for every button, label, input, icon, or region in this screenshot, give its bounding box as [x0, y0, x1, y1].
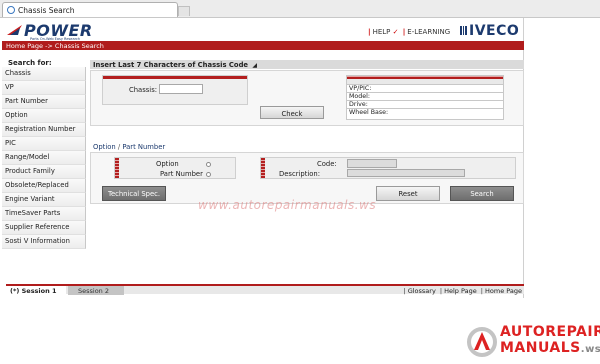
sidebar-item-timesaver-parts[interactable]: TimeSaver Parts [2, 207, 86, 221]
sidebar-item-engine-variant[interactable]: Engine Variant [2, 193, 86, 207]
header-links: | HELP ✓ | E-LEARNING [368, 28, 451, 36]
vin-field-model: Model: [347, 93, 503, 101]
vin-field-wheel-base: Wheel Base: [349, 109, 389, 116]
search-button[interactable]: Search [450, 186, 514, 201]
sidebar-item-supplier-reference[interactable]: Supplier Reference [2, 221, 86, 235]
flag-icon [460, 26, 467, 35]
footer-links: | Glossary | Help Page | Home Page [403, 287, 523, 295]
radio-part-number-label: Part Number [160, 170, 203, 178]
chassis-label: Chassis: [129, 86, 158, 94]
option-title: Option [93, 143, 116, 151]
check-button[interactable]: Check [260, 106, 324, 119]
code-label: Code: [317, 160, 337, 168]
watermark: www.autorepairmanuals.ws [198, 198, 377, 212]
main-panel: Insert Last 7 Characters of Chassis Code… [90, 60, 524, 204]
sidebar: Search for: Chassis VP Part Number Optio… [2, 56, 86, 249]
sidebar-item-obsolete-replaced[interactable]: Obsolete/Replaced [2, 179, 86, 193]
part-number-title: Part Number [122, 143, 166, 151]
help-icon: ✓ [392, 28, 399, 36]
brand-line-1: AUTOREPAIR [500, 324, 600, 340]
app-frame: POWER Parts On-Web Easy Research | HELP ✓… [2, 18, 524, 298]
session-tab-2[interactable]: Session 2 [68, 286, 124, 295]
radio-option-label: Option [156, 160, 179, 168]
sidebar-item-registration-number[interactable]: Registration Number [2, 123, 86, 137]
vin-field-drive: Drive: [347, 101, 503, 109]
chassis-section-header: Insert Last 7 Characters of Chassis Code… [90, 60, 524, 69]
reset-button[interactable]: Reset [376, 186, 440, 201]
new-tab-button[interactable] [178, 6, 190, 16]
glossary-link[interactable]: Glossary [408, 287, 436, 295]
sidebar-item-option[interactable]: Option [2, 109, 86, 123]
radio-option[interactable] [206, 162, 211, 167]
tab-title: Chassis Search [18, 6, 75, 15]
home-page-link[interactable]: Home Page [485, 287, 522, 295]
autorepair-manuals-logo: AUTOREPAIR MANUALS.ws [462, 322, 600, 362]
sidebar-item-vp[interactable]: VP [2, 81, 86, 95]
code-input[interactable] [347, 159, 397, 168]
elearning-link[interactable]: E-LEARNING [407, 28, 450, 36]
chassis-input[interactable] [159, 84, 203, 94]
option-section-header: Option / Part Number [93, 143, 166, 151]
iveco-logo: IVECO [460, 23, 519, 39]
swoosh-icon [7, 25, 22, 35]
ie-icon [7, 6, 15, 14]
help-link[interactable]: HELP [373, 28, 391, 36]
vin-field-vp-pic: VP/PIC: [347, 85, 503, 93]
chassis-section-title: Insert Last 7 Characters of Chassis Code [93, 61, 249, 69]
breadcrumb: Home Page -> Chassis Search [2, 41, 524, 50]
brand-name: IVECO [469, 23, 520, 39]
brand-line-2: MANUALS.ws [500, 340, 600, 356]
sidebar-item-pic[interactable]: PIC [2, 137, 86, 151]
browser-tab[interactable]: Chassis Search [2, 2, 178, 17]
gear-logo-icon [467, 327, 497, 357]
chassis-input-panel: Chassis: [102, 75, 248, 105]
sidebar-item-part-number[interactable]: Part Number [2, 95, 86, 109]
power-logo: POWER Parts On-Web Easy Research [6, 21, 96, 41]
sidebar-item-chassis[interactable]: Chassis [2, 67, 86, 81]
sidebar-item-product-family[interactable]: Product Family [2, 165, 86, 179]
technical-spec-button[interactable]: Technical Spec. [102, 186, 166, 201]
sidebar-item-range-model[interactable]: Range/Model [2, 151, 86, 165]
sidebar-item-sosti-v-information[interactable]: Sosti V Information [2, 235, 86, 249]
session-tab-1[interactable]: (*) Session 1 [6, 286, 66, 295]
code-panel: Code: Description: [260, 157, 516, 179]
help-page-link[interactable]: Help Page [444, 287, 477, 295]
description-label: Description: [279, 170, 321, 178]
vin-info-panel: VP/PIC: Model: Drive: Wheel Base: [346, 75, 504, 120]
radio-part-number[interactable] [206, 172, 211, 177]
breadcrumb-text[interactable]: Home Page -> Chassis Search [6, 42, 104, 50]
session-bar: (*) Session 1 Session 2 | Glossary | Help … [6, 284, 524, 295]
arrow-icon: ◢ [252, 62, 258, 69]
sidebar-title: Search for: [8, 59, 52, 67]
description-input[interactable] [347, 169, 465, 177]
option-radio-panel: Option Part Number [114, 157, 236, 179]
